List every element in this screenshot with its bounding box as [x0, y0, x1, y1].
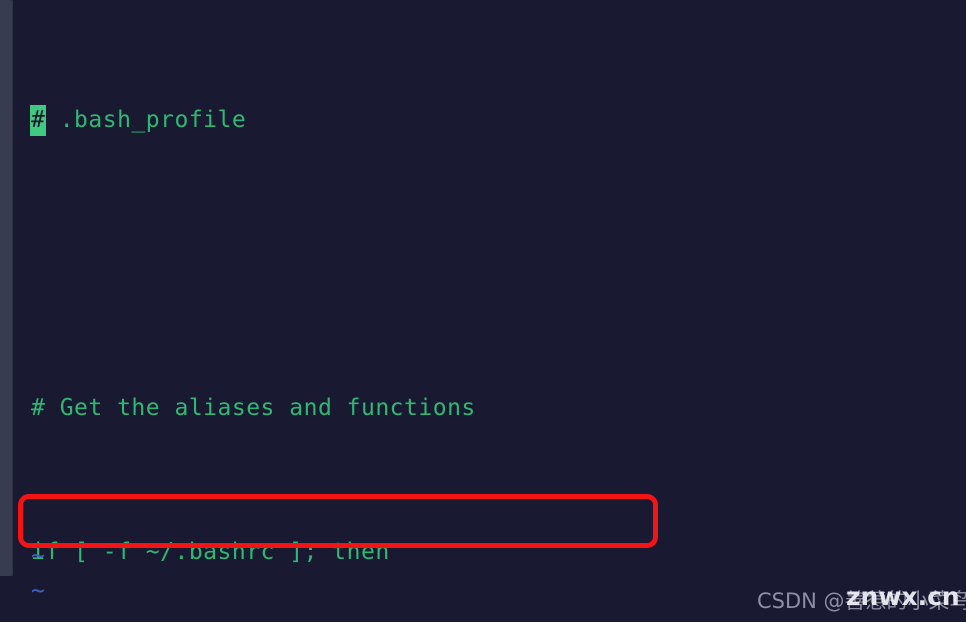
- empty-line-tilde-marker: ~: [31, 578, 45, 604]
- empty-line-tilde-marker: ~: [31, 543, 45, 569]
- code-line-1[interactable]: # .bash_profile: [30, 102, 951, 138]
- code-line-2[interactable]: [31, 246, 951, 282]
- terminal-editor-screenshot: # .bash_profile # Get the aliases and fu…: [0, 0, 966, 622]
- code-line-1-text: .bash_profile: [45, 107, 247, 133]
- block-cursor: #: [30, 105, 47, 136]
- code-buffer[interactable]: # .bash_profile # Get the aliases and fu…: [30, 30, 951, 622]
- scrollbar-thumb[interactable]: [0, 0, 13, 576]
- vertical-scrollbar[interactable]: [0, 0, 18, 622]
- code-line-4-text: if [ -f ~/.bashrc ]; then: [31, 539, 390, 565]
- code-line-3-text: # Get the aliases and functions: [31, 395, 476, 421]
- site-watermark: znwx.cn: [846, 582, 960, 611]
- code-line-3[interactable]: # Get the aliases and functions: [31, 390, 951, 426]
- code-line-4[interactable]: if [ -f ~/.bashrc ]; then: [31, 534, 951, 570]
